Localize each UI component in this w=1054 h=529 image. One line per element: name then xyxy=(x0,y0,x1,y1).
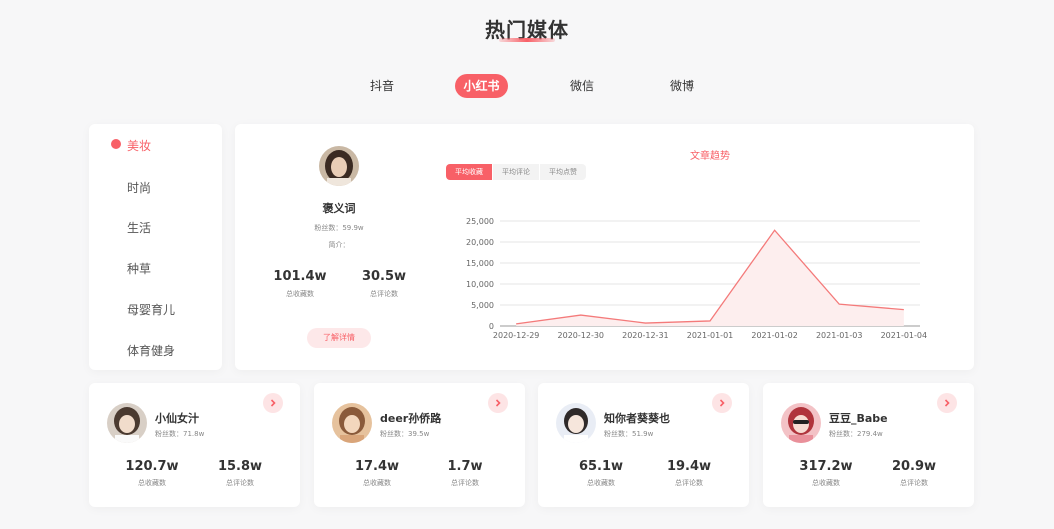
x-tick-label: 2020-12-31 xyxy=(622,331,669,340)
x-tick-label: 2021-01-04 xyxy=(881,331,928,340)
user-collect-value: 17.4w xyxy=(354,459,400,474)
user-comment-value: 19.4w xyxy=(666,459,712,474)
category-item-recommend[interactable]: 种草 xyxy=(127,260,151,277)
tab-weixin[interactable]: 微信 xyxy=(562,74,602,98)
platform-tabs: 抖音 小红书 微信 微博 xyxy=(0,74,1054,98)
user-collect-label: 总收藏数 xyxy=(138,479,166,487)
user-collect-label: 总收藏数 xyxy=(812,479,840,487)
chart-title: 文章趋势 xyxy=(690,151,730,162)
user-name: 豆豆_Babe xyxy=(829,412,888,425)
user-card[interactable]: deer孙侨路 粉丝数：39.5w 17.4w 总收藏数 1.7w 总评论数 xyxy=(314,383,525,507)
featured-media-card: 褒义词 粉丝数：59.9w 简介： 101.4w 总收藏数 30.5w 总评论数… xyxy=(235,124,974,370)
chart-tab-avg-comment[interactable]: 平均评论 xyxy=(493,164,539,180)
category-item-beauty[interactable]: 美妆 xyxy=(127,137,151,154)
user-comment-value: 20.9w xyxy=(891,459,937,474)
x-tick-label: 2021-01-03 xyxy=(816,331,863,340)
user-name: deer孙侨路 xyxy=(380,412,442,425)
avatar xyxy=(781,403,821,443)
user-comment-label: 总评论数 xyxy=(451,479,479,487)
series-area xyxy=(516,230,904,326)
chevron-right-icon xyxy=(495,399,501,407)
tab-weibo[interactable]: 微博 xyxy=(662,74,702,98)
avatar xyxy=(332,403,372,443)
tab-xiaohongshu[interactable]: 小红书 xyxy=(455,74,508,98)
user-card[interactable]: 小仙女汁 粉丝数：71.8w 120.7w 总收藏数 15.8w 总评论数 xyxy=(89,383,300,507)
user-collect-value: 120.7w xyxy=(125,459,179,474)
featured-comment-value: 30.5w xyxy=(361,269,407,284)
chart-tab-avg-collect[interactable]: 平均收藏 xyxy=(446,164,492,180)
featured-collect-value: 101.4w xyxy=(273,269,327,284)
featured-collect-label: 总收藏数 xyxy=(286,290,314,298)
y-tick-label: 20,000 xyxy=(466,238,494,247)
user-collect-value: 65.1w xyxy=(578,459,624,474)
avatar xyxy=(556,403,596,443)
user-comment-value: 15.8w xyxy=(217,459,263,474)
avatar xyxy=(319,146,359,186)
x-tick-label: 2021-01-01 xyxy=(687,331,734,340)
chevron-right-icon xyxy=(270,399,276,407)
active-dot-icon xyxy=(111,139,121,149)
featured-fans: 粉丝数：59.9w xyxy=(314,224,364,232)
trend-chart: 0 5,000 10,000 15,000 20,000 25,000 2020-12-29… xyxy=(466,217,928,340)
user-fans: 粉丝数：51.9w xyxy=(604,430,654,438)
featured-intro: 简介： xyxy=(328,241,350,249)
tab-douyin[interactable]: 抖音 xyxy=(362,74,402,98)
featured-name: 褒义词 xyxy=(322,202,356,215)
category-item-parenting[interactable]: 母婴育儿 xyxy=(127,301,175,318)
chevron-right-icon xyxy=(719,399,725,407)
category-item-life[interactable]: 生活 xyxy=(127,219,151,236)
avatar xyxy=(107,403,147,443)
y-tick-label: 25,000 xyxy=(466,217,494,226)
featured-comment-label: 总评论数 xyxy=(370,290,398,298)
x-tick-label: 2021-01-02 xyxy=(751,331,798,340)
y-tick-label: 15,000 xyxy=(466,259,494,268)
y-tick-label: 5,000 xyxy=(471,301,494,310)
user-comment-label: 总评论数 xyxy=(226,479,254,487)
user-fans: 粉丝数：279.4w xyxy=(829,430,883,438)
user-collect-label: 总收藏数 xyxy=(587,479,615,487)
chart-tab-avg-like[interactable]: 平均点赞 xyxy=(540,164,586,180)
user-comment-value: 1.7w xyxy=(447,459,483,474)
user-collect-label: 总收藏数 xyxy=(363,479,391,487)
detail-button[interactable]: 了解详情 xyxy=(307,328,371,348)
user-detail-button[interactable] xyxy=(488,393,508,413)
user-comment-label: 总评论数 xyxy=(900,479,928,487)
user-name: 小仙女汁 xyxy=(155,412,199,425)
x-tick-label: 2020-12-30 xyxy=(558,331,605,340)
x-tick-label: 2020-12-29 xyxy=(493,331,540,340)
user-card[interactable]: 知你者葵葵也 粉丝数：51.9w 65.1w 总收藏数 19.4w 总评论数 xyxy=(538,383,749,507)
y-tick-label: 0 xyxy=(489,322,494,331)
user-card[interactable]: 豆豆_Babe 粉丝数：279.4w 317.2w 总收藏数 20.9w 总评论… xyxy=(763,383,974,507)
y-tick-label: 10,000 xyxy=(466,280,494,289)
category-item-fashion[interactable]: 时尚 xyxy=(127,179,151,196)
user-fans: 粉丝数：71.8w xyxy=(155,430,205,438)
user-fans: 粉丝数：39.5w xyxy=(380,430,430,438)
category-item-fitness[interactable]: 体育健身 xyxy=(127,342,175,359)
category-list: 美妆 时尚 生活 种草 母婴育儿 体育健身 xyxy=(89,124,222,370)
user-collect-value: 317.2w xyxy=(799,459,853,474)
user-name: 知你者葵葵也 xyxy=(604,412,670,425)
title-underline xyxy=(499,38,555,42)
user-comment-label: 总评论数 xyxy=(675,479,703,487)
user-detail-button[interactable] xyxy=(712,393,732,413)
user-detail-button[interactable] xyxy=(263,393,283,413)
chevron-right-icon xyxy=(944,399,950,407)
user-detail-button[interactable] xyxy=(937,393,957,413)
